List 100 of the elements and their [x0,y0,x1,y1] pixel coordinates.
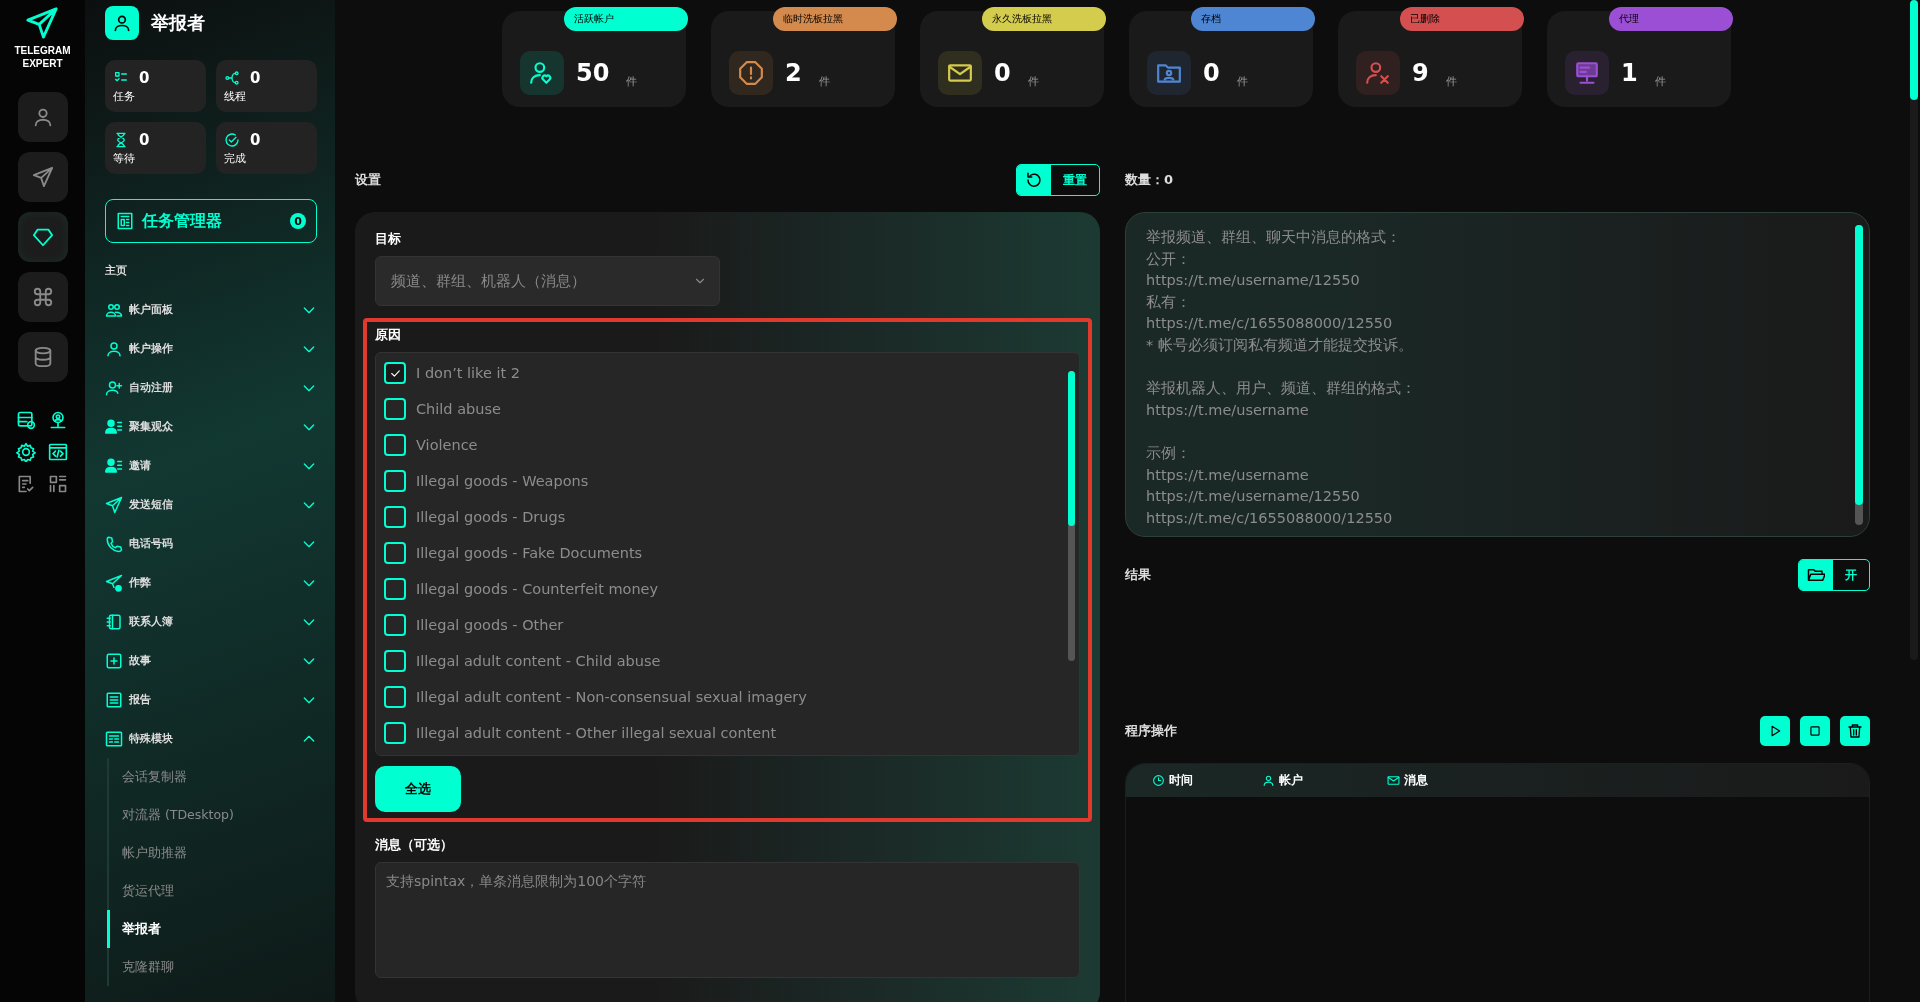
stat-value: 50 [576,59,610,87]
column-header: 时间 [1152,772,1262,789]
server-icon [15,410,36,430]
checkbox[interactable] [384,650,406,672]
menu-item[interactable]: 报告 [105,680,317,719]
user-icon [105,339,123,358]
scrollbar[interactable] [1855,225,1863,525]
column-header: 帐户 [1262,772,1387,789]
checkbox[interactable] [384,398,406,420]
stat-card: 0 等待 [105,122,206,174]
reason-option[interactable]: Child abuse [384,391,1044,427]
notebook-icon [105,612,123,631]
menu-item[interactable]: 特殊模块 [105,719,317,758]
audience-icon [105,417,123,436]
submenu-item[interactable]: 货运代理 [107,872,317,910]
menu-item[interactable]: 聚集观众 [105,407,317,446]
nav-button[interactable] [17,272,68,322]
reason-option[interactable]: Illegal goods - Counterfeit money [384,571,1044,607]
user-x-icon [1365,60,1391,86]
checkbox[interactable] [384,362,406,384]
open-button[interactable]: 开 [1798,559,1870,591]
sidebar-title: 举报者 [151,11,205,35]
reason-option[interactable]: Illegal goods - Drugs [384,499,1044,535]
tool-button[interactable] [15,410,38,430]
menu-item[interactable]: 发送短信 [105,485,317,524]
table-icon [105,729,123,748]
checkbox[interactable] [384,578,406,600]
submenu-item[interactable]: 对流器 (TDesktop) [107,796,317,834]
status-pill: 已删除 [1400,7,1524,31]
section-title: 程序操作 [1125,722,1177,740]
status-pill: 永久洗板拉黑 [982,7,1106,31]
column-header: 消息 [1387,772,1507,789]
scrollbar[interactable] [1068,371,1075,661]
task-manager-button[interactable]: 任务管理器 0 [105,199,317,243]
status-pill: 临时洗板拉黑 [773,7,897,31]
checkbox[interactable] [384,434,406,456]
add-user-icon [105,378,123,397]
document-icon [116,212,134,230]
stat-card: 0 完成 [216,122,317,174]
reason-option[interactable]: Illegal adult content - Child abuse [384,643,1044,679]
submenu-item[interactable]: 会话复制器 [107,758,317,796]
field-label: 消息（可选） [375,836,454,854]
reason-option[interactable]: Illegal goods - Other [384,607,1044,643]
trash-icon [1847,723,1863,739]
reset-icon [1025,171,1043,189]
checkbox[interactable] [384,686,406,708]
stat-card: 0 任务 [105,60,206,112]
message-field[interactable]: 支持spintax，单条消息限制为100个字符 [375,862,1080,978]
monitor-icon [1574,60,1600,86]
target-dropdown[interactable]: 频道、群组、机器人（消息） [375,256,720,306]
reset-button[interactable]: 重置 [1016,164,1100,196]
stat-unit: 件 [1445,74,1457,90]
stop-button[interactable] [1800,716,1830,746]
folder-icon [1807,566,1825,584]
submenu-item[interactable]: 举报者 [107,910,317,948]
delete-button[interactable] [1840,716,1870,746]
select-all-button[interactable]: 全选 [375,766,461,812]
menu-item[interactable]: 帐户面板 [105,290,317,329]
submenu-item[interactable]: 帐户助推器 [107,834,317,872]
menu-item[interactable]: 自动注册 [105,368,317,407]
stat-unit: 件 [1236,74,1248,90]
reason-option[interactable]: Illegal adult content - Non-consensual sexual imagery [384,679,1044,715]
status-pill: 存档 [1191,7,1315,31]
nav-button[interactable] [17,212,68,262]
tool-button[interactable] [15,442,38,462]
reason-option[interactable]: Illegal adult content - Other illegal sexual content [384,715,1044,751]
play-button[interactable] [1760,716,1790,746]
stat-card: 0 线程 [216,60,317,112]
menu-item[interactable]: 作弊 [105,563,317,602]
menu-item[interactable]: 邀请 [105,446,317,485]
submenu-item[interactable]: 克隆群聊 [107,948,317,986]
document-icon [105,690,123,709]
checkbox[interactable] [384,722,406,744]
field-label: 原因 [375,326,402,344]
reason-option[interactable]: I don’t like it 2 [384,355,1044,391]
reason-option[interactable]: Illegal goods - Fake Documents [384,535,1044,571]
checkbox[interactable] [384,614,406,636]
stat-unit: 件 [818,74,830,90]
paper-plane-icon [31,166,54,188]
links-textarea[interactable]: 举报频道、群组、聊天中消息的格式： 公开： https://t.me/username/12550 私有： https://t.me/c/1655088000/12550 * 帐号必须订阅私有频道才能提交投诉。 举报机器人、用户、频道、群组的格式： https://t.me/username 示例： https://t.me/username https://t.me/username/12550 https://t.me/c/1655088000/12550 [1125,212,1870,537]
stop-icon [1808,724,1822,738]
app-logo-text: TELEGRAM EXPERT [14,44,71,70]
page-scrollbar[interactable] [1910,0,1918,660]
checkbox[interactable] [384,506,406,528]
checkbox[interactable] [384,470,406,492]
reason-option[interactable]: Violence [384,427,1044,463]
clock-icon [1152,774,1165,787]
nav-button[interactable] [17,332,68,382]
menu-item[interactable]: 联系人簿 [105,602,317,641]
menu-item[interactable]: 帐户操作 [105,329,317,368]
checkbox[interactable] [384,542,406,564]
stat-value: 0 [994,59,1011,87]
stat-value: 1 [1621,59,1638,87]
menu-item[interactable]: 电话号码 [105,524,317,563]
nav-button[interactable] [17,152,68,202]
reason-option[interactable]: Illegal goods - Weapons [384,463,1044,499]
tool-button[interactable] [47,442,70,462]
menu-item[interactable]: 故事 [105,641,317,680]
command-icon [31,286,54,308]
warning-icon [738,60,764,86]
